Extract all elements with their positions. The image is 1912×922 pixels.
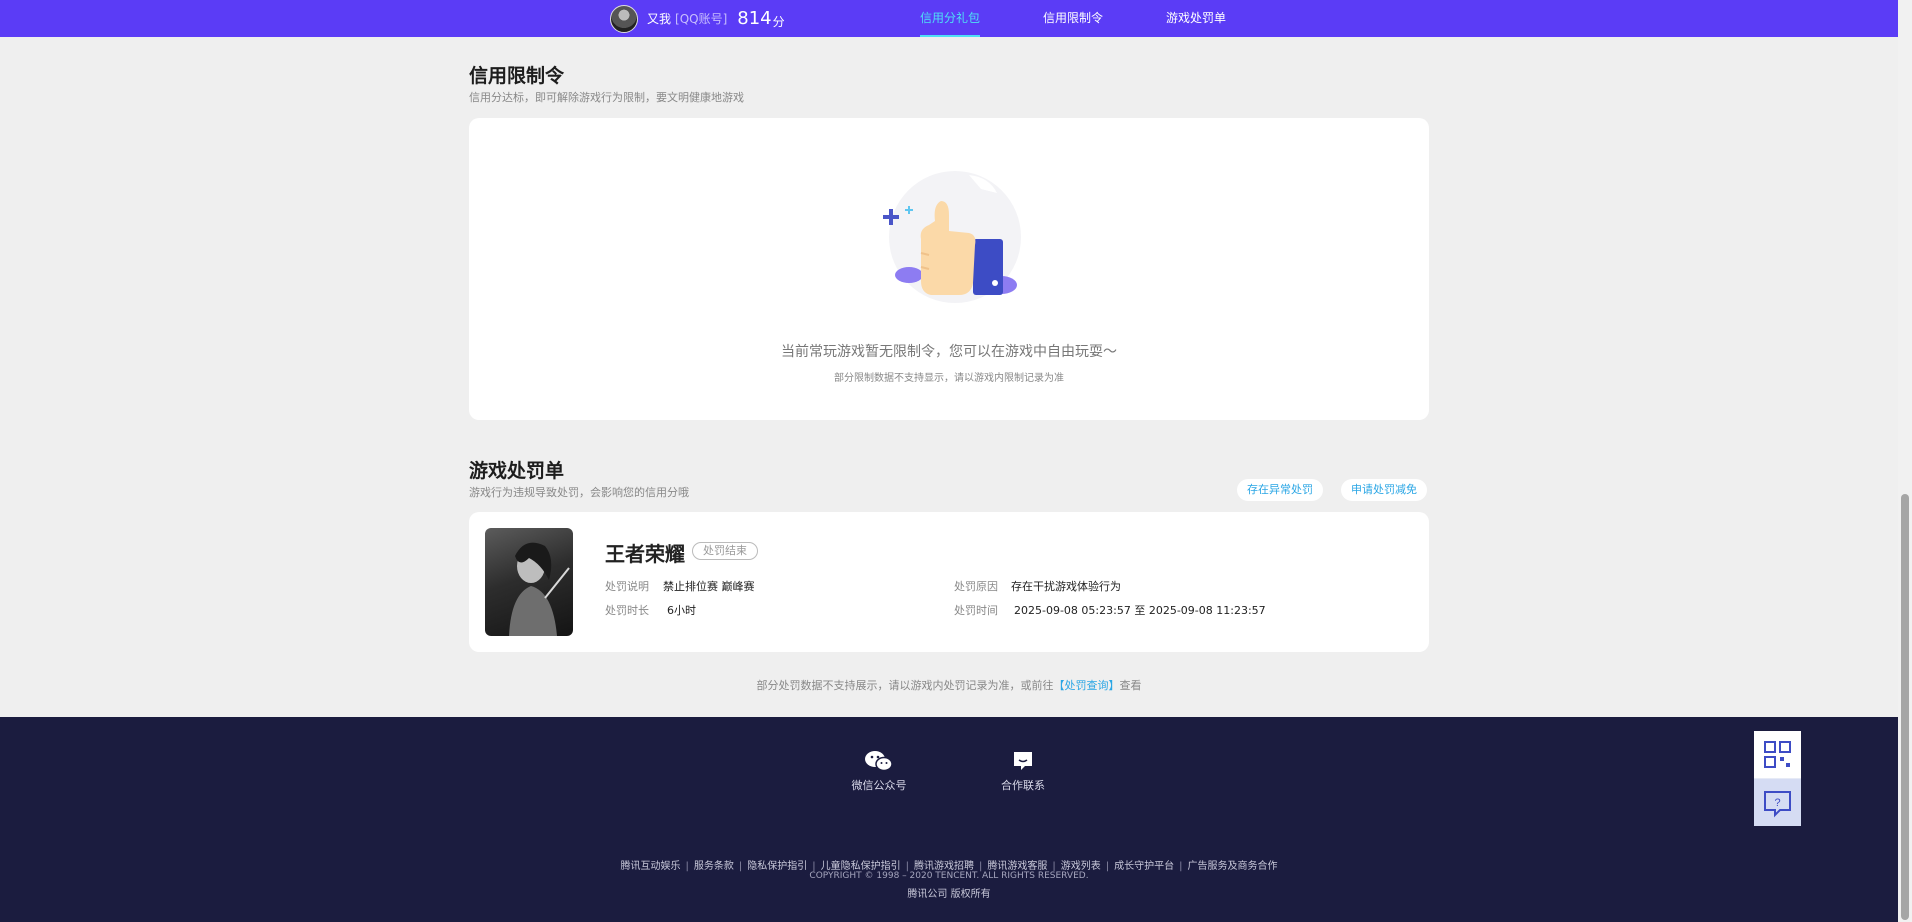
penalty-time-value: 2025-09-08 05:23:57 至 2025-09-08 11:23:5… xyxy=(1014,602,1266,618)
footer-links: 腾讯互动娱乐 | 服务条款 | 隐私保护指引 | 儿童隐私保护指引 | 腾讯游戏招聘 | 腾讯游戏客… xyxy=(620,861,1278,872)
user-info: 又我 [QQ账号] 814 分 xyxy=(610,4,785,33)
help-button[interactable]: ? xyxy=(1754,779,1801,826)
account-type: [QQ账号] xyxy=(675,12,728,26)
wechat-account-link[interactable]: 微信公众号 xyxy=(839,749,919,793)
help-chat-icon: ? xyxy=(1764,791,1791,818)
tab-penalty[interactable]: 游戏处罚单 xyxy=(1166,0,1226,37)
contact-link[interactable]: 合作联系 xyxy=(983,749,1063,793)
user-name: 又我 xyxy=(647,12,672,26)
floating-toolbar: ? xyxy=(1754,731,1801,826)
penalty-reason-value: 存在干扰游戏体验行为 xyxy=(1011,580,1121,593)
wechat-icon xyxy=(865,751,893,772)
penalty-title: 游戏处罚单 xyxy=(469,460,565,482)
penalty-desc-value: 禁止排位赛 巅峰赛 xyxy=(663,580,755,593)
svg-text:?: ? xyxy=(1774,797,1780,809)
penalty-query-link[interactable]: 【处罚查询】 xyxy=(1054,679,1120,692)
avatar[interactable] xyxy=(610,4,638,33)
penalty-footnote: 部分处罚数据不支持展示，请以游戏内处罚记录为准，或前往【处罚查询】查看 xyxy=(0,677,1898,693)
wechat-label: 微信公众号 xyxy=(851,779,907,792)
thumbs-up-illustration xyxy=(883,171,1021,303)
penalty-desc-label: 处罚说明 xyxy=(605,580,649,593)
qrcode-icon xyxy=(1764,741,1791,768)
penalty-time-separator: 至 xyxy=(1134,604,1146,617)
restriction-card: 当前常玩游戏暂无限制令，您可以在游戏中自由玩耍～ 部分限制数据不支持显示，请以游… xyxy=(469,118,1429,420)
penalty-time-end: 2025-09-08 11:23:57 xyxy=(1148,604,1266,617)
restriction-subtitle: 信用分达标，即可解除游戏行为限制，要文明健康地游戏 xyxy=(469,91,744,104)
score-unit: 分 xyxy=(772,14,785,29)
restriction-title: 信用限制令 xyxy=(469,65,565,87)
scrollbar-thumb[interactable] xyxy=(1901,494,1909,920)
footer: 微信公众号 合作联系 腾讯互动娱乐 | 服务条款 | 隐私保护指引 | 儿童隐私保护指引 | 腾… xyxy=(0,717,1898,922)
penalty-subtitle: 游戏行为违规导致处罚，会影响您的信用分哦 xyxy=(469,486,689,499)
vertical-scrollbar[interactable] xyxy=(1898,0,1912,922)
contact-label: 合作联系 xyxy=(1001,779,1045,792)
tab-restriction[interactable]: 信用限制令 xyxy=(1043,0,1103,37)
apply-reduction-button[interactable]: 申请处罚减免 xyxy=(1341,479,1427,501)
copyright: COPYRIGHT © 1998 – 2020 TENCENT. ALL RIG… xyxy=(809,871,1089,881)
footnote-suffix: 查看 xyxy=(1119,679,1142,692)
footnote-text: 部分处罚数据不支持展示，请以游戏内处罚记录为准，或前往 xyxy=(756,679,1054,692)
credit-score: 814 xyxy=(737,8,772,29)
empty-state-note: 部分限制数据不支持显示，请以游戏内限制记录为准 xyxy=(834,373,1064,384)
game-cover-image xyxy=(485,528,573,636)
top-nav-bar: 又我 [QQ账号] 814 分 信用分礼包 信用限制令 游戏处罚单 xyxy=(0,0,1898,37)
penalty-duration-value: 6小时 xyxy=(667,604,696,617)
qrcode-button[interactable] xyxy=(1754,731,1801,778)
penalty-duration-label: 处罚时长 xyxy=(605,604,649,617)
company-notice: 腾讯公司 版权所有 xyxy=(907,889,991,900)
chat-bubble-icon xyxy=(1014,752,1032,770)
penalty-reason-label: 处罚原因 xyxy=(954,580,998,593)
penalty-time-label: 处罚时间 xyxy=(954,604,998,617)
penalty-card: 王者荣耀 处罚结束 处罚说明 禁止排位赛 巅峰赛 处罚时长 6小时 处罚原因 存… xyxy=(469,512,1429,652)
status-badge: 处罚结束 xyxy=(692,542,758,560)
game-name: 王者荣耀 xyxy=(605,542,685,566)
empty-state-text: 当前常玩游戏暂无限制令，您可以在游戏中自由玩耍～ xyxy=(781,344,1117,360)
tab-credit-gift[interactable]: 信用分礼包 xyxy=(920,0,981,37)
penalty-time-start: 2025-09-08 05:23:57 xyxy=(1014,604,1131,617)
abnormal-penalty-button[interactable]: 存在异常处罚 xyxy=(1237,479,1323,501)
